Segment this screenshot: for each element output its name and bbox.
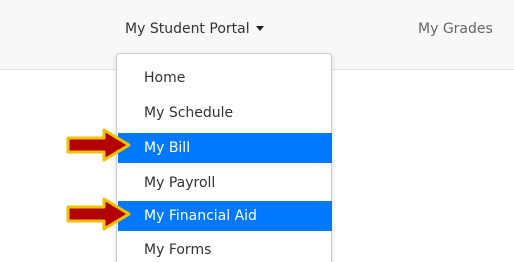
pointer-arrow-icon	[66, 197, 131, 231]
menu-item-my-payroll[interactable]: My Payroll	[118, 168, 332, 198]
menu-item-my-bill[interactable]: My Bill	[118, 133, 332, 163]
portal-dropdown-menu: Home My Schedule My Bill My Payroll My F…	[116, 53, 332, 262]
menu-item-my-schedule[interactable]: My Schedule	[118, 98, 332, 128]
menu-item-my-financial-aid[interactable]: My Financial Aid	[118, 201, 332, 231]
nav-my-student-portal[interactable]: My Student Portal	[125, 19, 264, 39]
pointer-arrow-icon	[66, 128, 131, 162]
caret-down-icon	[255, 26, 264, 31]
student-portal-page: My Student Portal My Grades Home My Sche…	[0, 0, 514, 262]
nav-my-student-portal-label: My Student Portal	[125, 21, 250, 37]
menu-item-home[interactable]: Home	[118, 63, 332, 93]
nav-my-grades[interactable]: My Grades	[418, 19, 493, 39]
menu-item-my-forms[interactable]: My Forms	[118, 235, 332, 262]
